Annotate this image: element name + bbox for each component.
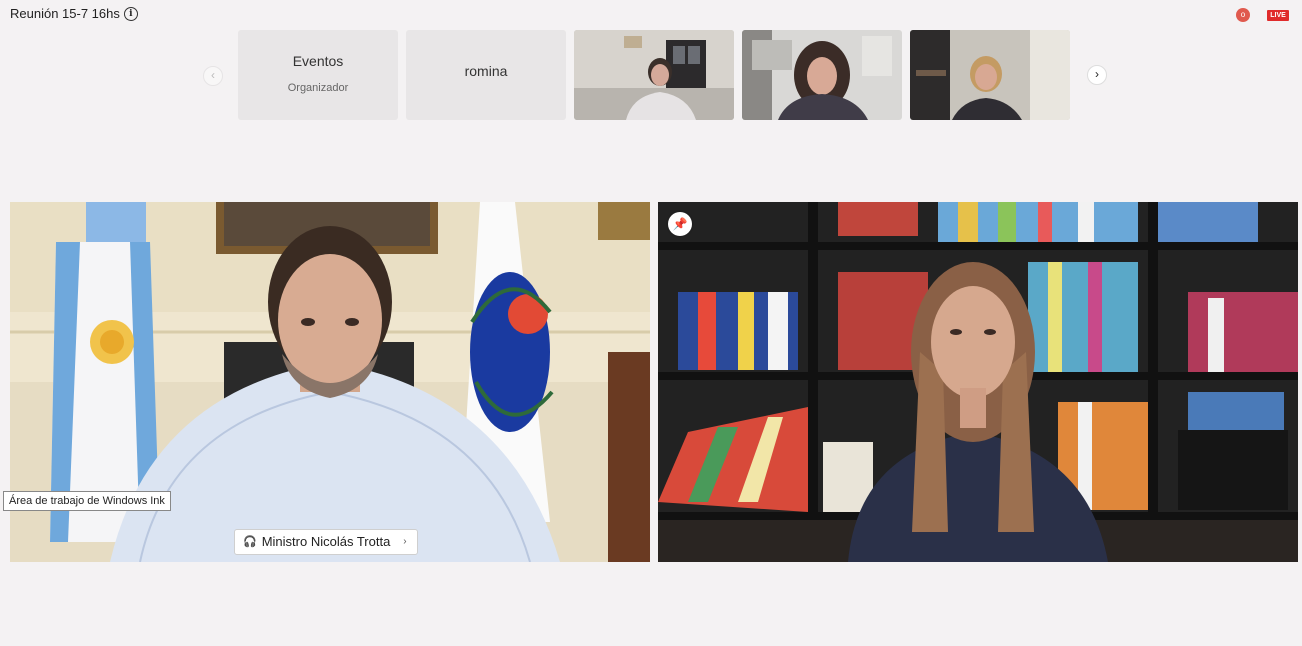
recording-icon[interactable]: o [1236, 8, 1250, 22]
participant-tile-romina[interactable]: romina [406, 30, 566, 120]
participant-video-tile[interactable] [742, 30, 902, 120]
speaker-name: Ministro Nicolás Trotta [261, 534, 391, 549]
pin-icon[interactable]: 📌 [668, 212, 692, 236]
participant-name: romina [464, 63, 508, 79]
info-icon[interactable]: i [123, 6, 138, 21]
chevron-right-icon: › [403, 536, 407, 547]
speaker-name-tag[interactable]: 🎧 Ministro Nicolás Trotta › [234, 529, 418, 555]
participant-name: Eventos [292, 53, 344, 69]
participant-video [910, 30, 1070, 120]
meeting-title-text: Reunión 15-7 16hs [10, 6, 120, 21]
strip-next-button[interactable]: › [1087, 65, 1107, 85]
headset-icon: 🎧 [243, 536, 257, 548]
windows-ink-tooltip: Área de trabajo de Windows Ink [3, 491, 171, 511]
participant-video [574, 30, 734, 120]
main-video-right[interactable]: 📌 [658, 202, 1298, 562]
participant-tile-eventos[interactable]: Eventos Organizador [238, 30, 398, 120]
video-feed [658, 202, 1298, 562]
top-bar: Reunión 15-7 16hs i o LIVE [0, 0, 1302, 28]
participant-video-tile[interactable] [910, 30, 1070, 120]
participant-video [742, 30, 902, 120]
live-badge[interactable]: LIVE [1267, 10, 1289, 21]
participant-video-tile[interactable] [574, 30, 734, 120]
participant-role: Organizador [287, 82, 349, 94]
strip-prev-button[interactable]: ‹ [203, 66, 223, 86]
meeting-title: Reunión 15-7 16hs i [10, 6, 138, 21]
